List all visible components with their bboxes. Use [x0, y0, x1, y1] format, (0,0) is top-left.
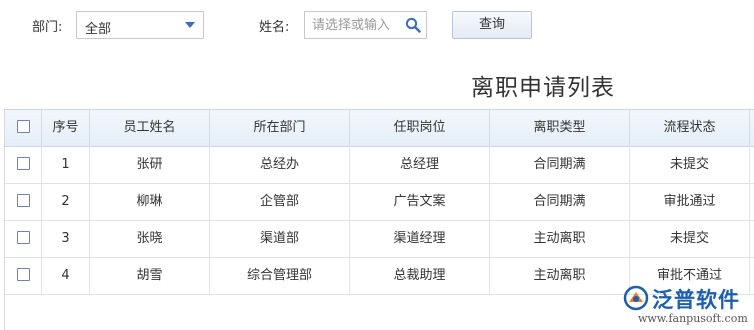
name-field[interactable]	[304, 11, 427, 39]
search-icon[interactable]	[405, 17, 421, 33]
employee-name: 柳琳	[90, 184, 210, 221]
resignation-type: 主动离职	[490, 258, 630, 295]
filter-bar: 部门: 全部 姓名: 查询	[0, 0, 754, 50]
name-label: 姓名:	[259, 20, 290, 35]
department-select[interactable]: 全部	[76, 11, 204, 39]
table-row[interactable]: 2 柳琳 企管部 广告文案 合同期满 审批通过	[5, 184, 754, 221]
row-select-cell	[5, 147, 42, 184]
resignation-type: 合同期满	[490, 184, 630, 221]
department: 渠道部	[210, 221, 350, 258]
chevron-down-icon[interactable]	[185, 22, 195, 28]
department-label: 部门:	[32, 20, 63, 35]
row-number: 2	[42, 184, 90, 221]
table-row[interactable]: 3 张晓 渠道部 渠道经理 主动离职 未提交	[5, 221, 754, 258]
column-header[interactable]: 员工姓名	[90, 110, 210, 147]
resignation-type: 主动离职	[490, 221, 630, 258]
position: 总经理	[350, 147, 490, 184]
column-header[interactable]: 流程状态	[630, 110, 750, 147]
query-button[interactable]: 查询	[452, 11, 532, 39]
process-status: 未提交	[630, 147, 750, 184]
department-select-value: 全部	[85, 22, 112, 37]
process-status: 未提交	[630, 221, 750, 258]
select-all-checkbox[interactable]	[16, 119, 30, 133]
row-number: 4	[42, 258, 90, 295]
fanpu-watermark: 泛普软件 www.fanpusoft.com	[622, 282, 752, 328]
row-select-cell	[5, 221, 42, 258]
row-select-cell	[5, 258, 42, 295]
table-row[interactable]: 1 张研 总经办 总经理 合同期满 未提交	[5, 147, 754, 184]
employee-name: 张研	[90, 147, 210, 184]
table-header-row: 序号 员工姓名 所在部门 任职岗位 离职类型 流程状态	[5, 110, 754, 147]
row-checkbox[interactable]	[16, 156, 30, 170]
department: 企管部	[210, 184, 350, 221]
row-number: 1	[42, 147, 90, 184]
position: 广告文案	[350, 184, 490, 221]
column-header[interactable]: 离职类型	[490, 110, 630, 147]
employee-name: 胡雪	[90, 258, 210, 295]
row-checkbox[interactable]	[16, 230, 30, 244]
page-title: 离职申请列表	[471, 75, 615, 101]
column-header-filler	[750, 110, 754, 147]
brand-name: 泛普软件	[652, 288, 740, 312]
resignation-type: 合同期满	[490, 147, 630, 184]
select-all-cell	[5, 110, 42, 147]
department: 总经办	[210, 147, 350, 184]
row-number: 3	[42, 221, 90, 258]
row-checkbox[interactable]	[16, 267, 30, 281]
column-header[interactable]: 所在部门	[210, 110, 350, 147]
employee-name: 张晓	[90, 221, 210, 258]
row-checkbox[interactable]	[16, 193, 30, 207]
position: 渠道经理	[350, 221, 490, 258]
fanpu-logo-icon	[623, 285, 649, 311]
process-status: 审批通过	[630, 184, 750, 221]
row-select-cell	[5, 184, 42, 221]
department: 综合管理部	[210, 258, 350, 295]
position: 总裁助理	[350, 258, 490, 295]
name-input[interactable]	[305, 12, 401, 38]
brand-url: www.fanpusoft.com	[638, 312, 748, 325]
column-header[interactable]: 序号	[42, 110, 90, 147]
column-header[interactable]: 任职岗位	[350, 110, 490, 147]
